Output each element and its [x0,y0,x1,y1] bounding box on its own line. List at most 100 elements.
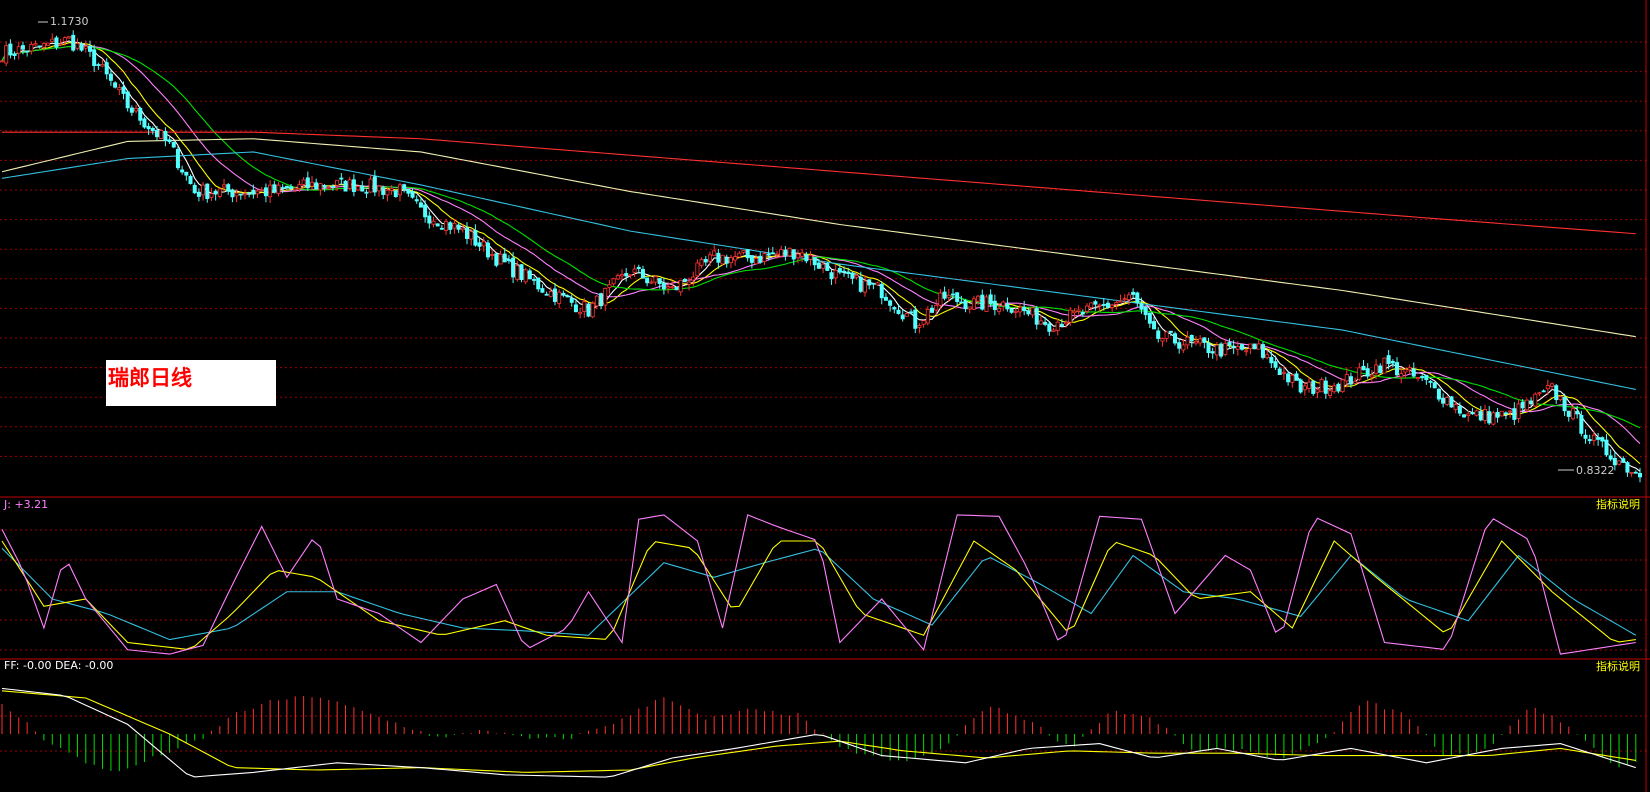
candle-body [703,259,708,263]
candlestick [1185,331,1190,350]
candlestick [825,261,830,272]
candlestick [1017,303,1022,318]
candlestick [435,223,440,227]
candle-body [1072,310,1077,314]
candle-body [46,42,51,46]
candle-body [611,278,616,285]
candlestick [1633,470,1638,474]
candle-body [754,257,759,265]
candle-body [129,107,134,113]
candle-body [1566,410,1571,417]
candlestick [925,306,930,326]
candle-body [67,36,72,39]
candlestick [310,175,315,191]
candlestick [850,271,855,285]
candle-body [12,53,17,56]
candle-body [779,249,784,257]
candle-body [1009,308,1014,313]
candlestick [1152,317,1157,330]
candle-body [238,193,243,196]
candle-body [1105,302,1110,308]
candlestick [1269,351,1274,369]
candle-body [1591,434,1596,441]
candlestick [1478,405,1483,422]
candle-body [1428,380,1433,383]
candle-body [180,169,185,173]
candlestick [368,174,373,194]
candle-body [607,284,612,288]
candle-body [452,222,457,229]
candle-body [1617,460,1622,465]
candlestick [259,186,264,192]
candlestick [640,265,645,279]
candle-body [79,43,84,51]
candle-body [448,222,453,230]
candle-body [724,257,729,264]
candle-body [1051,329,1056,332]
candle-body [1545,385,1550,390]
candlestick [1466,410,1471,422]
candle-body [1395,362,1400,376]
candle-body [620,274,625,277]
candlestick [444,218,449,235]
candlestick [1524,398,1529,412]
candle-body [1344,374,1349,382]
candle-body [87,45,92,52]
candle-body [184,171,189,176]
candlestick [393,189,398,198]
candle-body [523,269,528,283]
candle-body [372,176,377,193]
candle-body [1307,381,1312,389]
candle-body [1357,367,1362,380]
candlestick [967,306,972,314]
candlestick [532,276,537,286]
candle-body [142,118,147,128]
candle-body [1156,330,1161,339]
candlestick [1495,407,1500,423]
candlestick [1034,305,1039,330]
candle-body [582,301,587,312]
macd-help-link[interactable]: 指标说明 [1596,659,1640,673]
kdj-help-link[interactable]: 指标说明 [1596,497,1640,511]
candle-body [758,255,763,263]
candlestick [188,174,193,185]
candlestick [381,185,386,200]
candle-body [1478,411,1483,421]
candle-body [909,311,914,314]
candlestick [1160,337,1165,347]
candle-body [335,179,340,186]
candle-body [712,250,717,257]
candle-body [1524,399,1529,411]
candlestick [284,185,289,190]
candlestick [25,50,30,57]
candle-body [1608,455,1613,460]
candle-body [62,37,67,42]
candlestick [490,249,495,261]
candlestick [1005,297,1010,312]
candle-body [113,82,118,88]
candle-body [159,130,164,139]
candlestick [1164,330,1169,343]
candlestick [129,105,134,116]
candlestick [1491,410,1496,426]
candle-body [163,130,168,141]
candlestick [364,189,369,199]
candle-body [858,276,863,292]
candlestick [963,298,968,313]
candlestick [1470,407,1475,415]
candlestick [1533,392,1538,408]
candle-body [569,298,574,303]
candlestick [1411,362,1416,378]
candlestick [1135,291,1140,307]
candle-body [150,127,155,132]
candlestick [146,122,151,135]
candle-body [946,294,951,298]
candle-body [41,43,46,48]
candle-body [1286,373,1291,383]
candle-body [1575,410,1580,415]
candle-body [1340,379,1345,392]
candle-body [682,278,687,283]
candle-body [1240,344,1245,350]
candlestick [930,305,935,313]
candle-body [506,259,511,261]
